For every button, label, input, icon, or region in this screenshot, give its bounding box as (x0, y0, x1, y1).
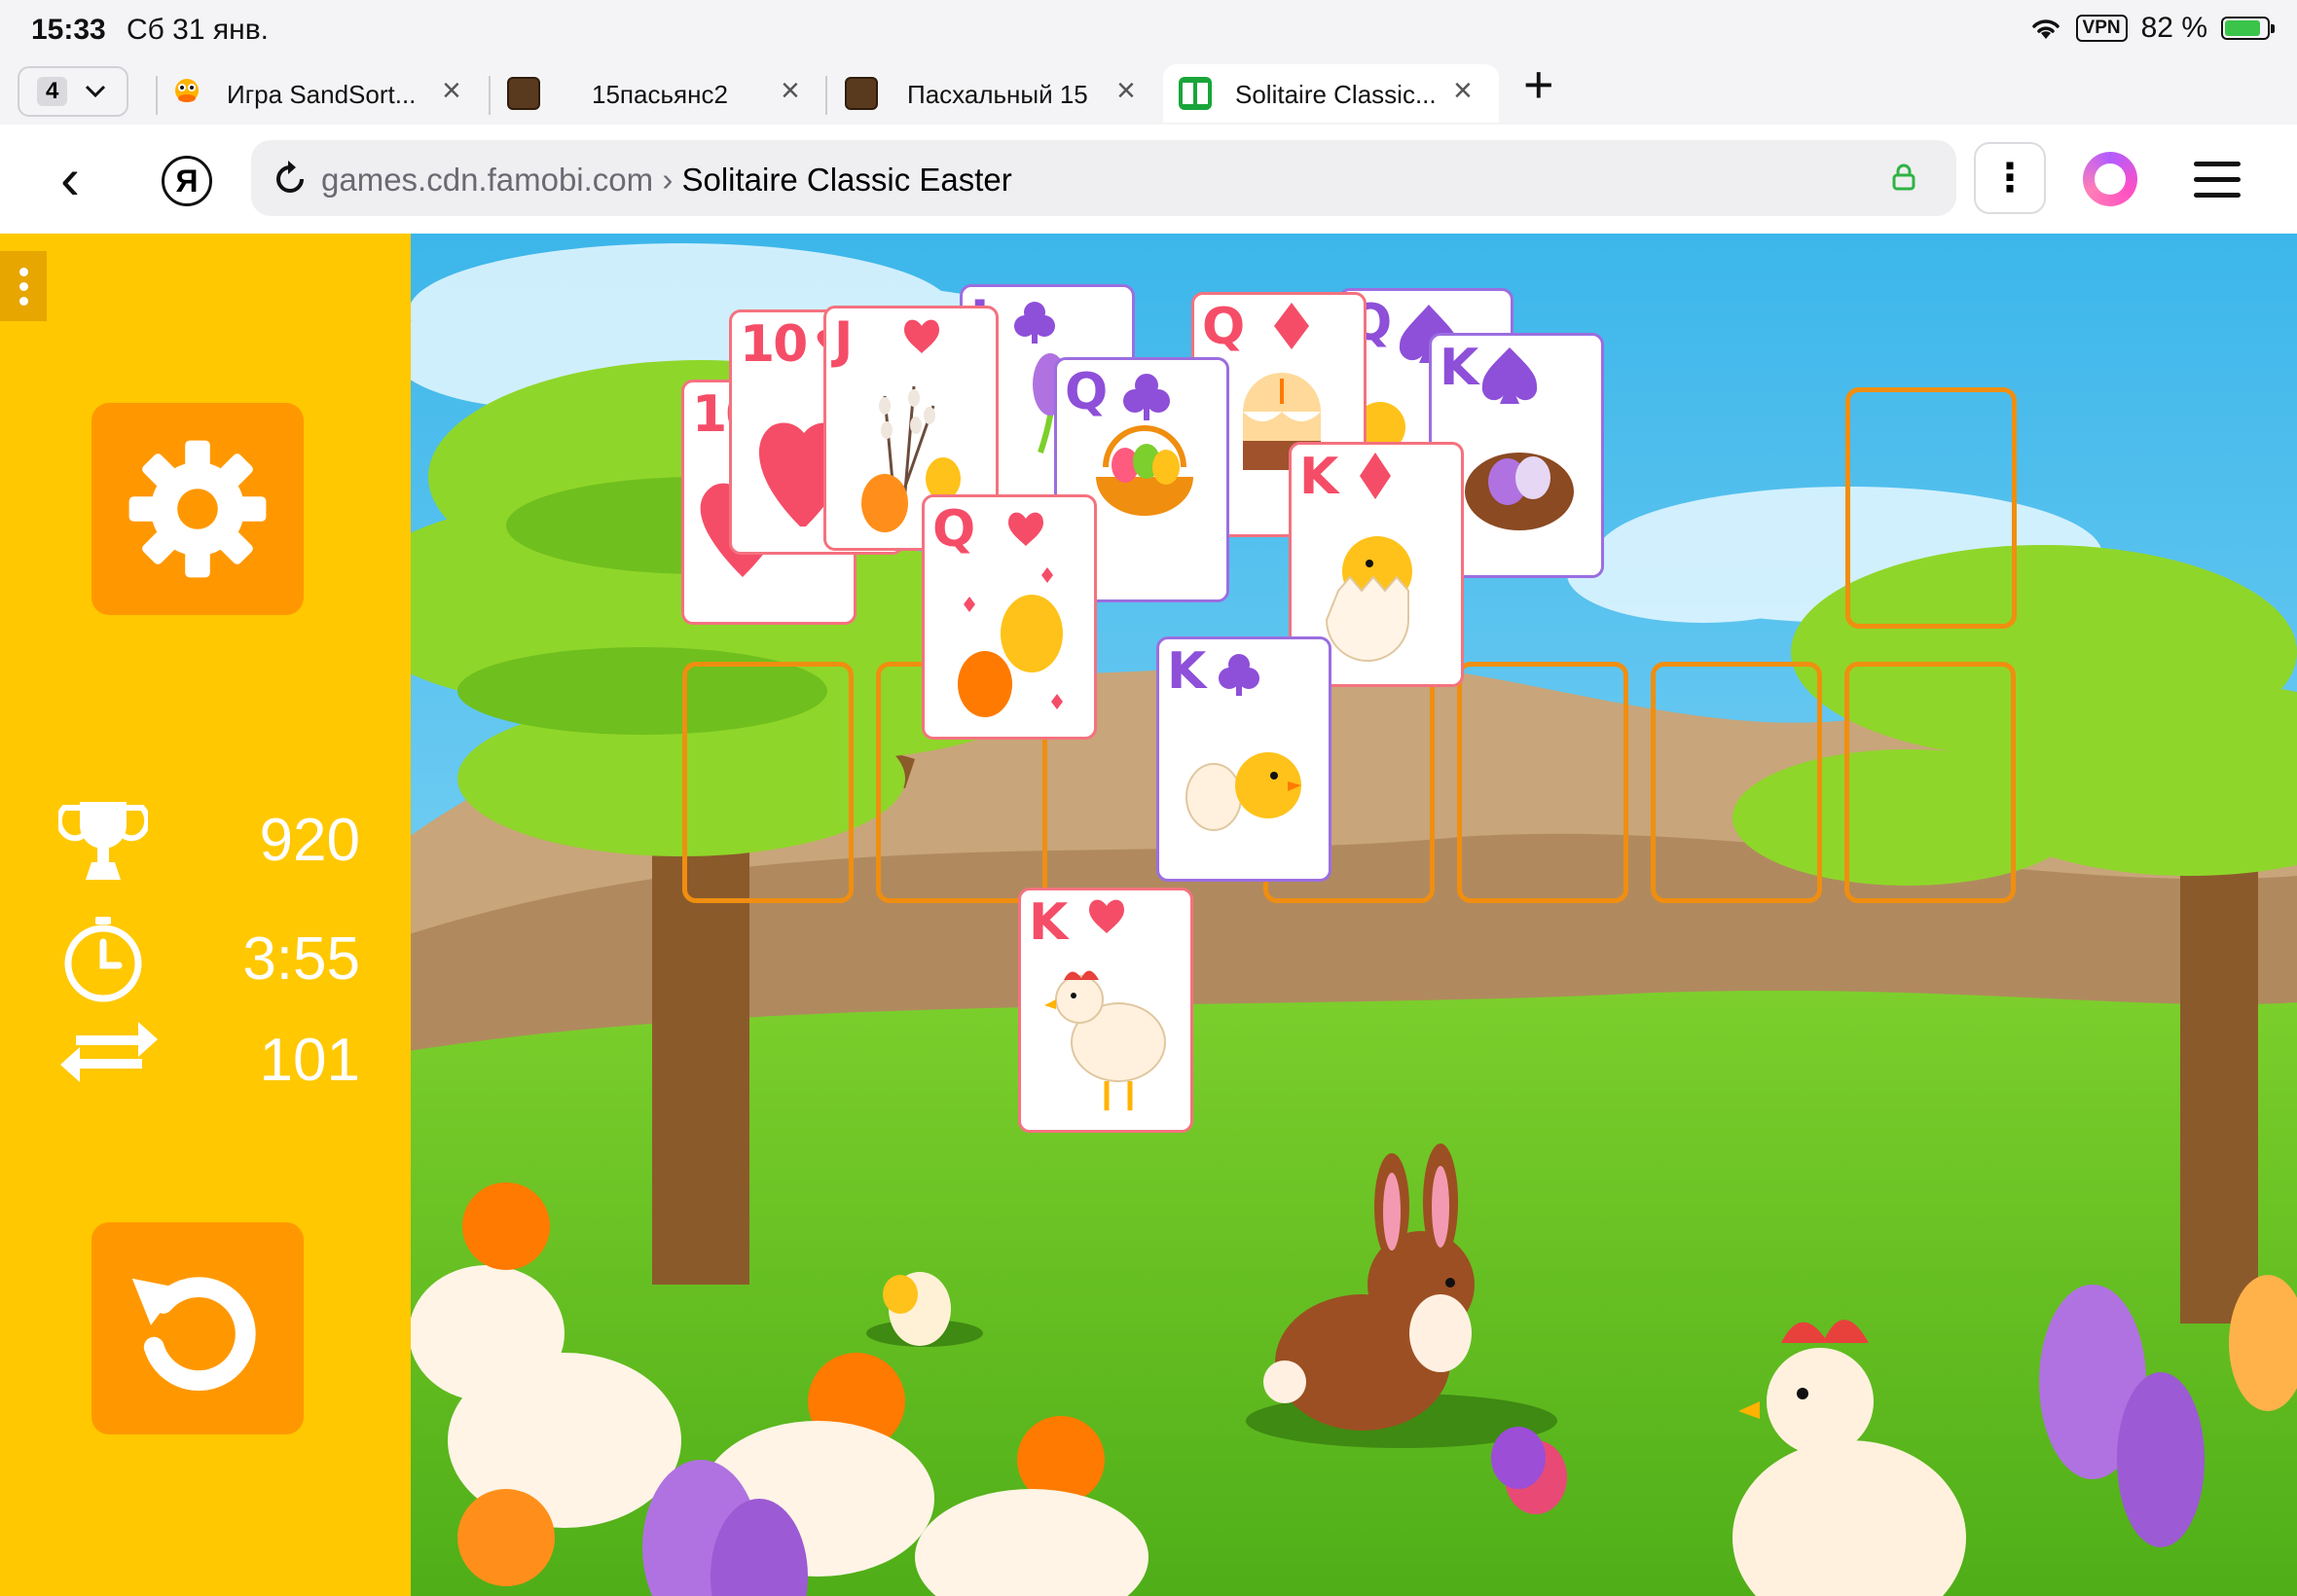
game-favicon-icon (845, 77, 878, 110)
page-menu-button[interactable]: ⋮ (1974, 142, 2046, 214)
foundation-slot[interactable] (1845, 387, 2017, 629)
url-text: games.cdn.famobi.com › Solitaire Classic… (321, 162, 1012, 199)
battery-percent: 82 % (2140, 12, 2207, 44)
duck-favicon-icon (175, 79, 199, 102)
gear-icon (128, 440, 267, 578)
tableau-slot-1[interactable] (682, 662, 854, 903)
yandex-logo-button[interactable]: Я (162, 156, 212, 206)
back-button[interactable]: ‹ (60, 150, 80, 208)
url-page-title: Solitaire Classic Easter (681, 162, 1012, 198)
heart-suit-icon (1044, 899, 1166, 1110)
alice-assistant-button[interactable] (2083, 152, 2137, 206)
side-menu-button[interactable] (0, 251, 47, 321)
swap-arrows-icon (60, 1022, 158, 1082)
tab-easter-15[interactable]: Пасхальный 15 × (837, 64, 1158, 123)
status-time: 15:33 (31, 14, 106, 46)
game-area: 920 3:55 101 Q 10 10 J Q Q K Q K K K (0, 234, 2297, 1596)
tab-count: 4 (37, 77, 68, 106)
playing-card-k-clubs[interactable]: K (1156, 636, 1331, 882)
battery-icon (2221, 17, 2275, 40)
tab-title: Пасхальный 15 (907, 80, 1088, 109)
url-host: games.cdn.famobi.com (321, 162, 654, 198)
status-date: Сб 31 янв. (127, 14, 269, 46)
close-tab-icon[interactable]: × (781, 72, 800, 110)
playing-card-q-hearts[interactable]: Q (922, 494, 1097, 740)
settings-button[interactable] (91, 403, 304, 615)
moves-value: 101 (259, 1027, 360, 1094)
undo-button[interactable] (91, 1222, 304, 1434)
heart-suit-icon (958, 512, 1063, 717)
solitaire-favicon-icon (1179, 77, 1212, 110)
tableau-slot-6[interactable] (1844, 662, 2016, 903)
tab-switcher-button[interactable]: 4 (18, 66, 128, 117)
new-tab-button[interactable]: + (1523, 58, 1554, 111)
tab-title: Игра SandSort... (227, 80, 417, 109)
close-tab-icon[interactable]: × (1453, 72, 1473, 110)
score-stat: 920 (58, 796, 360, 884)
trophy-icon (58, 802, 148, 880)
lock-icon[interactable] (1892, 163, 1915, 191)
tableau-slot-4[interactable] (1457, 662, 1628, 903)
vpn-badge: VPN (2075, 15, 2128, 42)
tab-sandsort[interactable]: Игра SandSort... × (165, 64, 477, 123)
reload-icon[interactable] (273, 158, 308, 197)
tab-title: 15пасьянс2 (592, 80, 728, 109)
playing-card-k-hearts[interactable]: K (1018, 888, 1193, 1133)
stopwatch-icon (64, 917, 142, 1002)
game-sidebar: 920 3:55 101 (0, 234, 411, 1596)
club-suit-icon (1185, 654, 1301, 831)
chevron-down-icon (86, 85, 106, 98)
time-stat: 3:55 (58, 915, 360, 1002)
tab-title: Solitaire Classic... (1235, 80, 1437, 109)
tab-bar: 4 Игра SandSort... × 15пасьянс2 × Пасхал… (0, 58, 2297, 125)
game-favicon-icon (507, 77, 540, 110)
undo-arrow-icon (131, 1277, 256, 1392)
address-bar[interactable]: games.cdn.famobi.com › Solitaire Classic… (251, 140, 1956, 216)
time-value: 3:55 (242, 925, 360, 993)
status-bar: 15:33 Сб 31 янв. VPN 82 % (0, 0, 2297, 58)
close-tab-icon[interactable]: × (1116, 72, 1136, 110)
score-value: 920 (259, 807, 360, 874)
tableau-slot-5[interactable] (1651, 662, 1822, 903)
tab-solitaire-classic[interactable]: Solitaire Classic... × (1163, 64, 1499, 123)
wifi-icon (2031, 19, 2060, 39)
hamburger-menu-icon[interactable] (2194, 162, 2241, 208)
tab-15pasyans2[interactable]: 15пасьянс2 × (501, 64, 813, 123)
url-separator: › (653, 162, 682, 198)
moves-stat: 101 (58, 1016, 360, 1104)
close-tab-icon[interactable]: × (442, 72, 461, 110)
navigation-bar: ‹ Я games.cdn.famobi.com › Solitaire Cla… (0, 125, 2297, 234)
